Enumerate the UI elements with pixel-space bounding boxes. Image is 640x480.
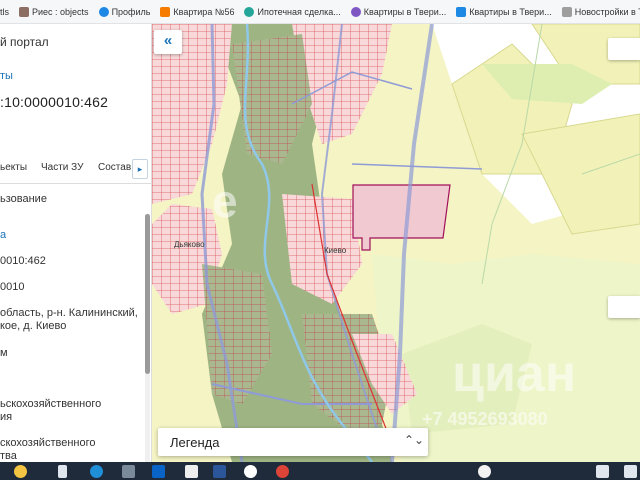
info-row: область, р-н. Калининский,: [0, 307, 138, 319]
bookmark-icon: [160, 6, 171, 17]
bookmark-label: tls: [0, 6, 9, 17]
bookmark-label: Квартиры в Твери...: [363, 6, 447, 17]
yandex-icon[interactable]: [244, 465, 257, 478]
tabs-divider: [0, 183, 151, 184]
info-row: 0010: [0, 281, 25, 293]
tab-objects[interactable]: ьекты: [0, 162, 27, 173]
place-label: Киево: [324, 246, 347, 255]
bookmark-item[interactable]: Ипотечная сделка...: [244, 6, 341, 17]
watermark-logo: e: [212, 175, 238, 227]
legend-dropdown[interactable]: Легенда ⌃⌄: [158, 428, 428, 456]
legend-label: Легенда: [170, 435, 220, 450]
portal-title: й портал: [0, 35, 49, 49]
bookmark-label: Риес : objects: [32, 6, 89, 17]
bookmark-icon: [244, 6, 255, 17]
tab-composition[interactable]: Состав: [98, 162, 131, 173]
object-info-panel: й портал ты :10:0000010:462 ьекты Части …: [0, 24, 152, 462]
bookmark-label: Профиль: [111, 6, 151, 17]
tab-parts[interactable]: Части ЗУ: [41, 162, 83, 173]
bookmark-icon: [19, 6, 29, 17]
tabs-next-button[interactable]: ▸: [132, 159, 148, 179]
info-row: тва: [0, 450, 17, 462]
chrome-icon[interactable]: [276, 465, 289, 478]
bookmark-item[interactable]: Новостройки в Тве...: [561, 6, 640, 17]
cadastral-number: :10:0000010:462: [0, 94, 109, 110]
cadastral-map[interactable]: e циан +7 4952693080 Дьяково Киево: [152, 24, 640, 462]
task-view-icon[interactable]: [58, 465, 67, 478]
bookmark-item[interactable]: Профиль: [98, 6, 151, 17]
collapse-panel-button[interactable]: «: [154, 30, 182, 54]
panel-scrollbar-thumb[interactable]: [145, 214, 150, 374]
bookmark-label: Новостройки в Тве...: [574, 6, 640, 17]
place-label: Дьяково: [174, 240, 205, 249]
help-icon[interactable]: [478, 465, 491, 478]
watermark-text: циан: [452, 345, 577, 403]
objects-link[interactable]: ты: [0, 70, 13, 82]
search-icon[interactable]: [122, 465, 135, 478]
info-row: 0010:462: [0, 255, 46, 267]
bookmark-item[interactable]: Риес : objects: [19, 6, 89, 17]
bookmark-item[interactable]: tls: [0, 7, 9, 17]
bookmark-item[interactable]: Квартиры в Твери...: [456, 6, 552, 17]
bookmark-icon: [561, 6, 572, 17]
info-row: скохозяйственного: [0, 437, 96, 449]
watermark-phone: +7 4952693080: [422, 409, 548, 429]
bookmark-icon: [350, 6, 361, 17]
info-row: ьскохозяйственного: [0, 398, 102, 410]
edge-icon[interactable]: [90, 465, 103, 478]
bookmark-label: Квартиры в Твери...: [469, 6, 552, 17]
word-icon[interactable]: [213, 465, 226, 478]
info-row: кое, д. Киево: [0, 320, 67, 332]
info-row: ия: [0, 411, 13, 423]
monitor-icon[interactable]: [624, 465, 637, 478]
bookmark-item[interactable]: Квартиры в Твери...: [350, 6, 447, 17]
outlook-icon[interactable]: [152, 465, 165, 478]
start-icon[interactable]: [14, 465, 27, 478]
map-control-button[interactable]: [608, 38, 640, 60]
legend-toggle-icon: ⌃⌄: [404, 433, 425, 447]
info-tabs: ьекты Части ЗУ Состав ▸: [0, 156, 151, 180]
bookmarks-bar: tls Риес : objects Профиль Квартира №56 …: [0, 0, 640, 24]
bookmark-icon: [456, 6, 467, 17]
info-row: а: [0, 229, 7, 241]
keyboard-icon[interactable]: [596, 465, 609, 478]
info-row: ьзование: [0, 193, 47, 205]
bookmark-item[interactable]: Квартира №56: [160, 6, 235, 17]
bookmark-label: Квартира №56: [173, 6, 235, 17]
bookmark-icon: [98, 6, 109, 17]
map-control-button[interactable]: [608, 296, 640, 318]
info-row: м: [0, 347, 8, 359]
windows-taskbar: [0, 462, 640, 480]
notepad-icon[interactable]: [185, 465, 198, 478]
bookmark-label: Ипотечная сделка...: [257, 6, 341, 17]
